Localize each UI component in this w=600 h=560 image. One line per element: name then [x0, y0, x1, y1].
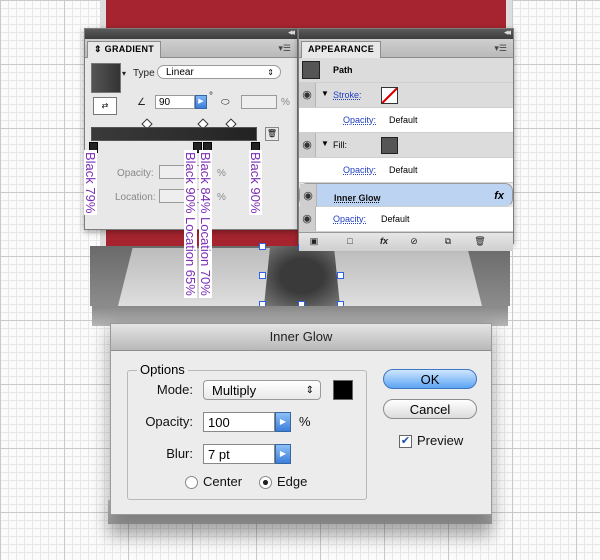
stroke-label[interactable]: Stroke: — [333, 90, 362, 100]
disclosure-triangle-icon[interactable]: ▼ — [321, 89, 329, 98]
chevron-updown-icon: ⇕ — [305, 385, 314, 396]
inner-glow-row[interactable]: ◉ Inner Glow fx — [299, 183, 513, 208]
mode-label: Mode: — [156, 382, 193, 397]
stroke-opacity-label[interactable]: Opacity: — [343, 115, 376, 125]
angle-input[interactable]: 90 — [155, 95, 195, 109]
blur-label: Blur: — [166, 446, 193, 461]
center-label[interactable]: Center — [203, 474, 242, 489]
type-select[interactable]: Linear ⇕ — [157, 65, 281, 79]
aspect-unit: % — [281, 97, 290, 108]
collapse-icon[interactable]: ◂◂ — [288, 27, 295, 38]
opacity-stepper[interactable]: ▶ — [275, 412, 291, 432]
collapse-icon[interactable]: ◂◂ — [504, 27, 511, 38]
panel-menu-icon[interactable]: ▾☰ — [278, 43, 291, 54]
fill-opacity-label[interactable]: Opacity: — [343, 165, 376, 175]
opacity-label: Opacity: — [117, 168, 154, 179]
tab-gradient-label: GRADIENT — [104, 44, 155, 54]
gradient-swatch[interactable] — [91, 63, 121, 93]
double-arrow-icon: ⇕ — [94, 44, 105, 54]
add-effect-icon[interactable]: fx — [377, 236, 391, 247]
eye-icon[interactable]: ◉ — [299, 83, 316, 107]
glow-color-swatch[interactable] — [333, 380, 353, 400]
path-label: Path — [333, 65, 353, 75]
eye-icon[interactable]: ◉ — [299, 207, 316, 231]
selection-handle[interactable] — [259, 243, 266, 250]
fill-swatch[interactable] — [381, 137, 398, 154]
angle-icon: ∠ — [137, 97, 146, 108]
options-legend: Options — [137, 362, 188, 377]
trash-icon[interactable]: 🗑 — [265, 127, 279, 141]
inner-glow-label[interactable]: Inner Glow — [334, 191, 381, 205]
path-row[interactable]: Path — [299, 58, 513, 83]
edge-label[interactable]: Edge — [277, 474, 307, 489]
opacity-unit: % — [217, 168, 226, 179]
annotation-stop-3: Black 90% — [248, 150, 263, 216]
panel-titlebar[interactable]: ◂◂ — [299, 27, 513, 39]
tab-gradient[interactable]: ⇕ GRADIENT — [87, 41, 162, 58]
stroke-opacity-row[interactable]: Opacity: Default — [299, 108, 513, 133]
type-label: Type — [133, 68, 155, 79]
duplicate-item-icon[interactable]: ⧉ — [441, 236, 455, 247]
gradient-slider[interactable] — [91, 127, 257, 141]
center-radio[interactable] — [185, 476, 198, 489]
add-stroke-icon[interactable]: ▣ — [307, 236, 321, 247]
annotation-stop-1: Black 79% — [83, 150, 98, 216]
selection-handle[interactable] — [259, 272, 266, 279]
angle-stepper[interactable]: ▶ — [195, 95, 207, 109]
fx-icon: fx — [494, 190, 504, 202]
tab-appearance[interactable]: APPEARANCE — [301, 41, 382, 58]
clear-appearance-icon[interactable]: ⊘ — [407, 236, 421, 247]
fill-opacity-row[interactable]: Opacity: Default — [299, 158, 513, 183]
cancel-button[interactable]: Cancel — [383, 399, 477, 419]
opacity-label[interactable]: Opacity: — [333, 214, 366, 224]
preview-label[interactable]: Preview — [417, 433, 463, 448]
annotation-stop-2b: Black 90% Location 65% — [183, 150, 198, 298]
no-stroke-swatch[interactable] — [381, 87, 398, 104]
opacity-value: Default — [381, 214, 410, 224]
appearance-footer: ▣ □ fx ⊘ ⧉ 🗑 — [299, 232, 513, 251]
location-unit: % — [217, 192, 226, 203]
dialog-title[interactable]: Inner Glow — [111, 324, 491, 351]
edge-radio[interactable] — [259, 476, 272, 489]
stroke-row[interactable]: ◉ ▼ Stroke: — [299, 83, 513, 108]
path-thumbnail — [302, 61, 320, 79]
aspect-ratio-icon: ⬭ — [221, 97, 230, 108]
inner-glow-dialog: Inner Glow Options Mode: Multiply ⇕ Opac… — [110, 323, 492, 515]
trash-icon[interactable]: 🗑 — [473, 236, 487, 247]
opacity-row[interactable]: ◉ Opacity: Default — [299, 207, 513, 232]
reverse-gradient-icon[interactable]: ⇄ — [93, 97, 117, 115]
mode-select-value: Multiply — [212, 383, 257, 398]
preview-checkbox[interactable]: ✔ — [399, 435, 412, 448]
ok-button[interactable]: OK — [383, 369, 477, 389]
selected-shape[interactable] — [264, 246, 340, 306]
opacity-input[interactable]: 100 — [203, 412, 275, 432]
type-select-value: Linear — [166, 67, 194, 78]
blur-stepper[interactable]: ▶ — [275, 444, 291, 464]
opacity-label: Opacity: — [145, 414, 193, 429]
chevron-updown-icon: ⇕ — [267, 68, 274, 77]
add-fill-icon[interactable]: □ — [343, 236, 357, 247]
opacity-unit: % — [299, 414, 311, 429]
swatch-dropdown-icon[interactable]: ▾ — [122, 69, 126, 78]
eye-icon[interactable]: ◉ — [299, 133, 316, 157]
degree-symbol: ° — [209, 91, 213, 102]
stroke-opacity-value: Default — [389, 115, 418, 125]
panel-menu-icon[interactable]: ▾☰ — [494, 43, 507, 54]
panel-titlebar[interactable]: ◂◂ — [85, 27, 297, 39]
aspect-ratio-input[interactable] — [241, 95, 277, 109]
disclosure-triangle-icon[interactable]: ▼ — [321, 139, 329, 148]
appearance-panel: ◂◂ APPEARANCE ▾☰ Path ◉ ▼ Stroke: Opacit… — [298, 27, 514, 251]
fill-label: Fill: — [333, 140, 347, 150]
annotation-stop-2a: Black 84% Location 70% — [198, 150, 213, 298]
fill-row[interactable]: ◉ ▼ Fill: — [299, 133, 513, 158]
eye-icon[interactable]: ◉ — [300, 184, 317, 208]
selection-handle[interactable] — [337, 272, 344, 279]
mode-select[interactable]: Multiply ⇕ — [203, 380, 321, 400]
fill-opacity-value: Default — [389, 165, 418, 175]
location-label: Location: — [115, 192, 156, 203]
blur-input[interactable]: 7 pt — [203, 444, 275, 464]
